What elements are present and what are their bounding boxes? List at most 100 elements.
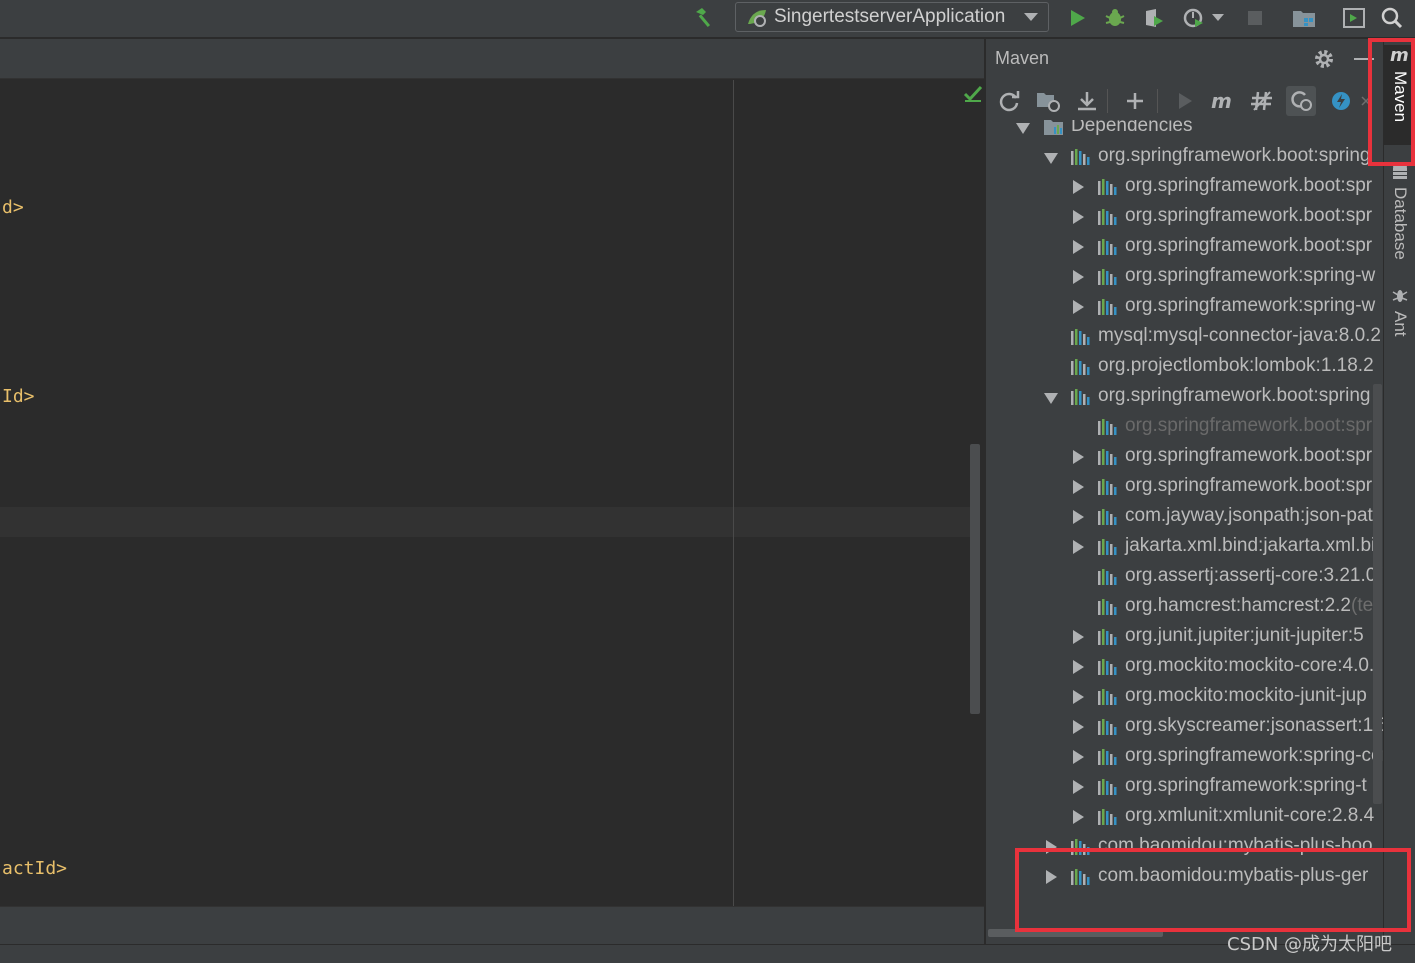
expand-arrow-right-icon[interactable] <box>1071 750 1085 764</box>
expand-arrow-right-icon[interactable] <box>1071 690 1085 704</box>
expand-arrow-right-icon[interactable] <box>1071 210 1085 224</box>
dependency-node[interactable]: org.skyscreamer:jsonassert:1.5 <box>986 712 1383 742</box>
dependency-node[interactable]: org.springframework:spring-w <box>986 262 1383 292</box>
expand-arrow-right-icon[interactable] <box>1071 450 1085 464</box>
ant-tool-tab[interactable]: Ant <box>1384 287 1415 367</box>
tree-node-label: org.springframework.boot:spr <box>1125 235 1373 256</box>
library-icon <box>1098 659 1117 675</box>
skip-tests-icon[interactable] <box>1247 86 1277 116</box>
expand-arrow-right-icon[interactable] <box>1071 720 1085 734</box>
dependency-node[interactable]: mysql:mysql-connector-java:8.0.2 <box>986 322 1383 352</box>
add-icon[interactable] <box>1120 86 1150 116</box>
tree-folder-node[interactable]: Dependencies <box>986 120 1383 142</box>
dependency-node[interactable]: jakarta.xml.bind:jakarta.xml.bi <box>986 532 1383 562</box>
maven-project-tree[interactable]: PluginsDependenciesorg.springframework.b… <box>986 120 1383 929</box>
coverage-icon[interactable] <box>1140 5 1168 31</box>
dependency-node[interactable]: org.projectlombok:lombok:1.18.2 <box>986 352 1383 382</box>
reload-icon[interactable] <box>994 86 1024 116</box>
library-icon <box>1098 419 1117 435</box>
expand-arrow-right-icon[interactable] <box>1071 630 1085 644</box>
expand-arrow-right-icon[interactable] <box>1071 180 1085 194</box>
tree-node-label: org.mockito:mockito-core:4.0. <box>1125 655 1375 676</box>
dependency-node[interactable]: org.junit.jupiter:junit-jupiter:5 <box>986 622 1383 652</box>
dependencies-folder-icon <box>1044 120 1063 135</box>
tree-node-label: org.xmlunit:xmlunit-core:2.8.4 <box>1125 805 1375 826</box>
project-structure-icon[interactable] <box>1290 5 1318 31</box>
profile-icon[interactable] <box>1180 5 1208 31</box>
run-icon[interactable] <box>1063 5 1091 31</box>
editor-tab-bar[interactable] <box>0 39 984 79</box>
run-anything-icon[interactable] <box>1340 5 1368 31</box>
expand-arrow-right-icon[interactable] <box>1071 480 1085 494</box>
library-icon <box>1071 389 1090 405</box>
debug-icon[interactable] <box>1101 5 1129 31</box>
dependency-node[interactable]: org.hamcrest:hamcrest:2.2 (te <box>986 592 1383 622</box>
editor-scrollbar[interactable] <box>970 444 980 714</box>
expand-arrow-right-icon[interactable] <box>1071 540 1085 554</box>
tree-node-label: org.hamcrest:hamcrest:2.2 <box>1125 595 1351 616</box>
library-icon <box>1098 569 1117 585</box>
run-configuration-label: SingertestserverApplication <box>774 6 1006 27</box>
maven-header: Maven <box>986 39 1383 79</box>
execute-goal-icon[interactable]: m <box>1208 86 1238 116</box>
gear-icon[interactable] <box>1313 48 1335 74</box>
expand-arrow-right-icon[interactable] <box>1071 300 1085 314</box>
code-line: d> <box>2 197 24 218</box>
library-icon <box>1098 209 1117 225</box>
code-editor[interactable]: d> Id> actId> <box>0 80 984 906</box>
dependency-node[interactable]: org.springframework.boot:spr <box>986 202 1383 232</box>
main-toolbar: SingertestserverApplication <box>0 0 1415 38</box>
ant-tool-tab-label: Ant <box>1391 311 1410 337</box>
dependency-node[interactable]: org.springframework:spring-core: <box>986 742 1383 772</box>
inspection-ok-icon[interactable] <box>963 85 983 107</box>
library-icon <box>1098 179 1117 195</box>
expand-arrow-down-icon[interactable] <box>1044 390 1058 404</box>
tree-node-label: org.springframework.boot:spring <box>1098 385 1371 406</box>
build-hammer-icon[interactable] <box>691 5 719 31</box>
show-dependencies-icon[interactable] <box>1326 86 1356 116</box>
database-tool-tab[interactable]: Database <box>1384 163 1415 303</box>
offline-mode-icon[interactable] <box>1286 86 1316 116</box>
dependency-node[interactable]: org.springframework.boot:spring <box>986 382 1383 412</box>
dependency-node[interactable]: org.springframework:spring-w <box>986 292 1383 322</box>
dependency-node[interactable]: org.springframework.boot:spr <box>986 172 1383 202</box>
library-icon <box>1098 749 1117 765</box>
run-maven-goal-icon[interactable] <box>1170 86 1200 116</box>
expand-arrow-right-icon[interactable] <box>1071 270 1085 284</box>
expand-arrow-right-icon[interactable] <box>1071 240 1085 254</box>
tree-node-label: org.projectlombok:lombok:1.18.2 <box>1098 355 1374 376</box>
library-icon <box>1098 269 1117 285</box>
tree-node-scope: (te <box>1351 595 1374 616</box>
download-icon[interactable] <box>1072 86 1102 116</box>
generate-sources-icon[interactable] <box>1033 86 1063 116</box>
maven-toolbar: m <box>986 80 1383 120</box>
expand-arrow-right-icon[interactable] <box>1071 510 1085 524</box>
dependency-node[interactable]: org.springframework.boot:spr <box>986 442 1383 472</box>
dependency-node[interactable]: org.springframework.boot:spring <box>986 142 1383 172</box>
expand-arrow-right-icon[interactable] <box>1071 810 1085 824</box>
dependency-node[interactable]: org.assertj:assertj-core:3.21.0 ( <box>986 562 1383 592</box>
dependency-node[interactable]: org.mockito:mockito-core:4.0. <box>986 652 1383 682</box>
search-icon[interactable] <box>1378 5 1406 31</box>
dependency-node[interactable]: org.springframework:spring-t <box>986 772 1383 802</box>
dependency-node[interactable]: org.xmlunit:xmlunit-core:2.8.4 <box>986 802 1383 832</box>
library-icon <box>1071 149 1090 165</box>
tree-scrollbar[interactable] <box>1373 384 1382 804</box>
run-configuration-dropdown[interactable]: SingertestserverApplication <box>735 2 1049 32</box>
watermark: CSDN @成为太阳吧 <box>1227 934 1393 955</box>
dependency-node[interactable]: org.springframework.boot:spr <box>986 232 1383 262</box>
tree-node-label: org.mockito:mockito-junit-jup <box>1125 685 1367 706</box>
dependency-node[interactable]: org.springframework.boot:spr <box>986 412 1383 442</box>
stop-icon[interactable] <box>1241 5 1269 31</box>
dependency-node[interactable]: org.springframework.boot:spr <box>986 472 1383 502</box>
code-line: actId> <box>2 858 68 879</box>
chevron-down-icon[interactable] <box>1208 5 1228 31</box>
dependency-node[interactable]: org.mockito:mockito-junit-jup <box>986 682 1383 712</box>
dependency-node[interactable]: com.jayway.jsonpath:json-pat <box>986 502 1383 532</box>
expand-arrow-right-icon[interactable] <box>1071 780 1085 794</box>
expand-arrow-down-icon[interactable] <box>1016 120 1030 134</box>
right-tool-strip: m Maven Database Ant <box>1383 39 1415 944</box>
expand-arrow-right-icon[interactable] <box>1071 660 1085 674</box>
expand-arrow-down-icon[interactable] <box>1044 150 1058 164</box>
library-icon <box>1098 689 1117 705</box>
